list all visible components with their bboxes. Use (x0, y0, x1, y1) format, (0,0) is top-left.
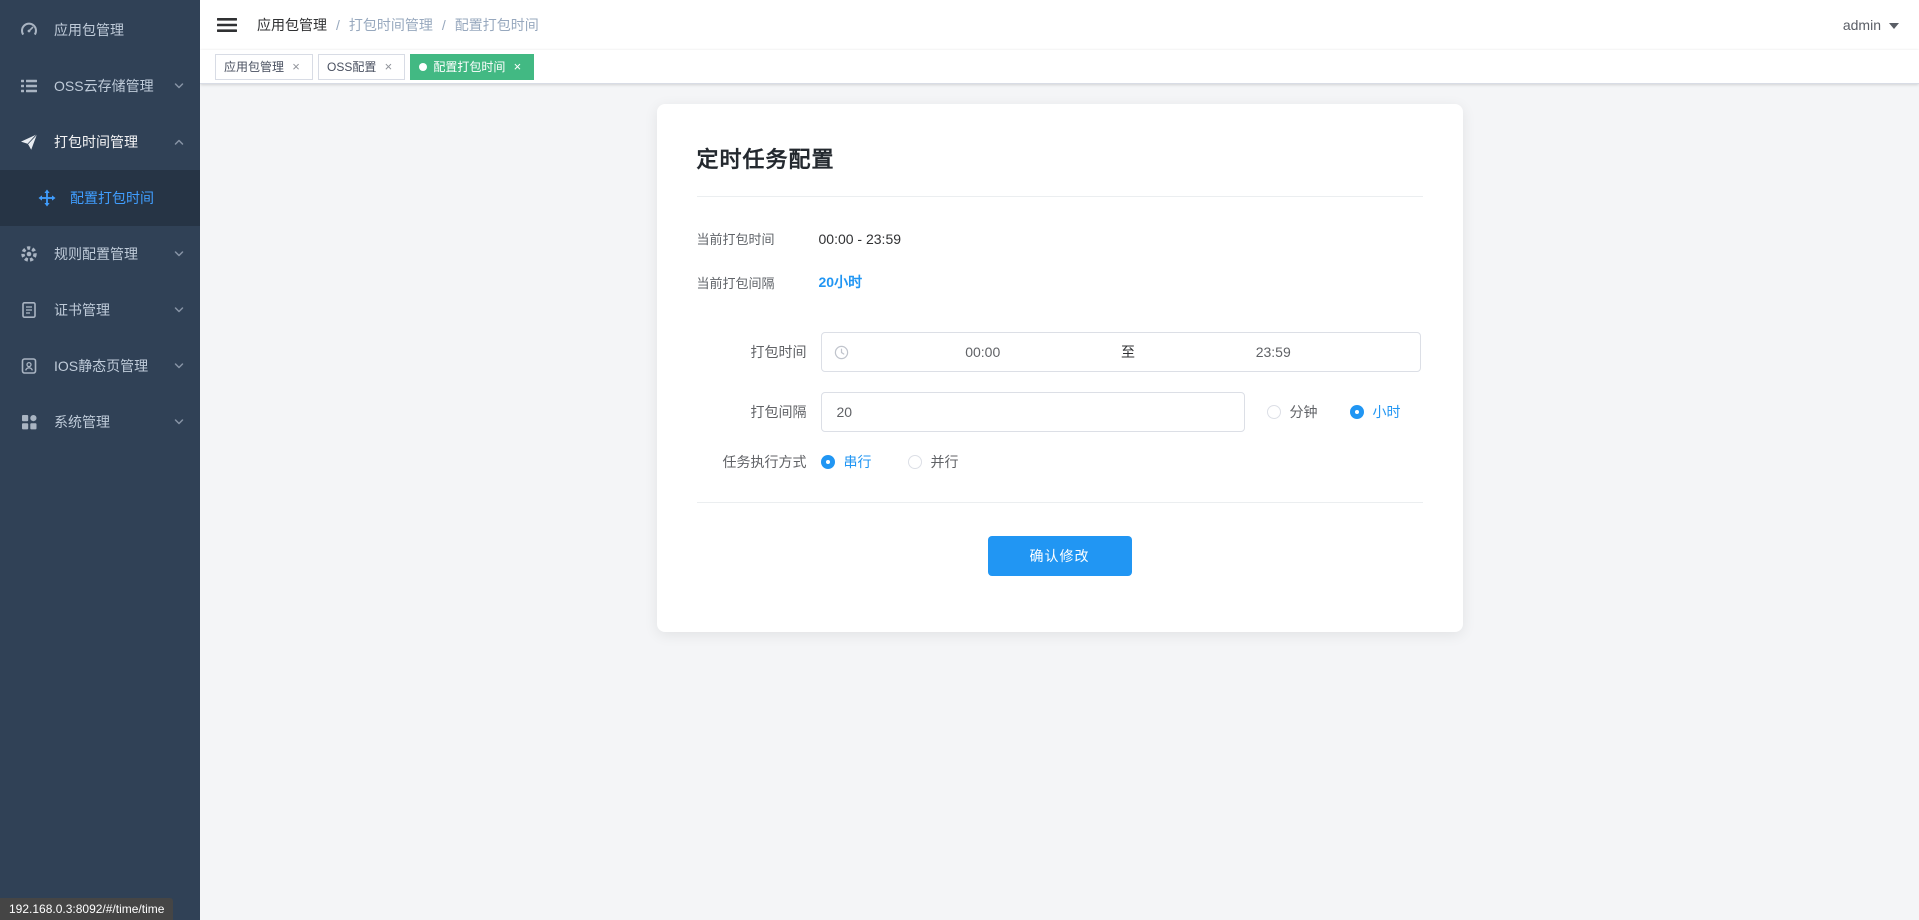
task-config-card: 定时任务配置 当前打包时间 00:00 - 23:59 当前打包间隔 20小时 … (656, 104, 1463, 632)
current-pack-interval-value[interactable]: 20小时 (819, 272, 863, 292)
breadcrumb-separator: / (441, 17, 446, 33)
tabs-bar: 应用包管理 × OSS配置 × 配置打包时间 × (200, 50, 1919, 84)
chevron-up-icon (172, 135, 186, 149)
active-dot-icon (419, 62, 428, 71)
mode-parallel-label: 并行 (930, 454, 959, 470)
status-url-bubble: 192.168.0.3:8092/#/time/time (0, 898, 174, 920)
chevron-down-icon (172, 415, 186, 429)
radio-icon (820, 455, 835, 469)
close-icon[interactable]: × (509, 59, 525, 75)
dashboard-icon (20, 21, 38, 39)
pack-interval-input[interactable] (820, 392, 1245, 432)
grid-icon (20, 413, 38, 431)
current-pack-time-label: 当前打包时间 (696, 232, 775, 247)
main-area: 应用包管理 / 打包时间管理 / 配置打包时间 admin 应用包管理 × OS… (200, 0, 1919, 920)
unit-hour-label: 小时 (1372, 404, 1401, 420)
radio-icon (907, 455, 922, 469)
breadcrumb-item[interactable]: 应用包管理 (257, 15, 327, 35)
certificate-icon (20, 301, 38, 319)
sidebar-subitem-label: 配置打包时间 (70, 190, 154, 206)
sidebar-item-rule-config[interactable]: 规则配置管理 (0, 226, 200, 282)
mode-serial-label: 串行 (843, 454, 872, 470)
breadcrumb-item: 打包时间管理 (348, 17, 433, 33)
current-pack-time-value: 00:00 - 23:59 (818, 230, 902, 247)
sidebar-item-pack-time[interactable]: 打包时间管理 (0, 114, 200, 170)
caret-down-icon (1889, 16, 1899, 34)
chevron-down-icon (172, 247, 186, 261)
sidebar-item-label: 应用包管理 (54, 22, 124, 38)
sidebar-item-label: 证书管理 (54, 302, 110, 318)
interval-unit-group: 分钟 小时 (1266, 402, 1401, 422)
gear-icon (20, 245, 38, 263)
exec-mode-label: 任务执行方式 (722, 454, 807, 470)
current-pack-time-row: 当前打包时间 00:00 - 23:59 (697, 229, 1423, 248)
sidebar-item-system[interactable]: 系统管理 (0, 394, 200, 450)
sidebar-item-certificate[interactable]: 证书管理 (0, 282, 200, 338)
time-range-separator: 至 (1121, 344, 1135, 360)
hamburger-icon[interactable] (215, 13, 239, 37)
tab-label: 应用包管理 (224, 60, 285, 74)
list-icon (20, 77, 38, 95)
chevron-down-icon (172, 79, 186, 93)
page-title: 定时任务配置 (696, 147, 835, 172)
sidebar-item-label: 系统管理 (54, 414, 110, 430)
chevron-down-icon (172, 359, 186, 373)
content-area: 定时任务配置 当前打包时间 00:00 - 23:59 当前打包间隔 20小时 … (200, 84, 1919, 920)
username-label: admin (1842, 17, 1881, 33)
mode-parallel-radio[interactable]: 并行 (907, 452, 959, 472)
tab-label: OSS配置 (327, 60, 377, 74)
tab-app-package[interactable]: 应用包管理 × (215, 53, 314, 80)
sidebar-item-label: IOS静态页管理 (54, 358, 149, 374)
exec-mode-row: 任务执行方式 串行 并行 (697, 452, 1423, 472)
tab-oss-config[interactable]: OSS配置 × (318, 53, 406, 80)
navbar: 应用包管理 / 打包时间管理 / 配置打包时间 admin (200, 0, 1919, 50)
sidebar-subitem-config-pack-time[interactable]: 配置打包时间 (0, 170, 200, 226)
pack-interval-row: 打包间隔 分钟 小时 (697, 392, 1423, 432)
mode-serial-radio[interactable]: 串行 (820, 452, 872, 472)
paper-plane-icon (20, 133, 38, 151)
time-range-picker[interactable]: 00:00 至 23:59 (820, 332, 1421, 372)
unit-minute-radio[interactable]: 分钟 (1266, 402, 1318, 422)
current-pack-interval-row: 当前打包间隔 20小时 (697, 272, 1423, 292)
address-book-icon (20, 357, 38, 375)
sidebar-item-oss-storage[interactable]: OSS云存储管理 (0, 58, 200, 114)
divider (696, 502, 1423, 503)
clock-icon (834, 345, 849, 360)
breadcrumb-item: 配置打包时间 (454, 17, 539, 33)
sidebar-item-label: OSS云存储管理 (54, 78, 154, 94)
radio-icon (1266, 405, 1281, 419)
pack-time-row: 打包时间 00:00 至 23:59 (697, 332, 1423, 372)
time-start-value: 00:00 (965, 344, 1001, 360)
current-pack-interval-label: 当前打包间隔 (696, 275, 775, 291)
user-dropdown[interactable]: admin (1843, 16, 1899, 34)
close-icon[interactable]: × (380, 59, 396, 75)
breadcrumb-separator: / (336, 17, 340, 33)
exec-mode-group: 串行 并行 (820, 452, 959, 472)
divider (696, 196, 1423, 197)
close-icon[interactable]: × (288, 59, 304, 75)
confirm-button[interactable]: 确认修改 (987, 536, 1132, 576)
sidebar-item-label: 规则配置管理 (54, 246, 138, 262)
sidebar-item-label: 打包时间管理 (54, 134, 138, 150)
sidebar-item-app-package[interactable]: 应用包管理 (0, 2, 200, 58)
unit-minute-label: 分钟 (1289, 404, 1318, 420)
tab-label: 配置打包时间 (433, 60, 506, 74)
breadcrumb: 应用包管理 / 打包时间管理 / 配置打包时间 (257, 15, 539, 35)
pack-time-label: 打包时间 (750, 344, 807, 360)
tab-config-pack-time[interactable]: 配置打包时间 × (410, 53, 535, 80)
move-icon (38, 189, 56, 207)
chevron-down-icon (172, 303, 186, 317)
task-config-form: 打包时间 00:00 至 23:59 打包间隔 20 分钟 小时 任务执行方式 … (696, 332, 1423, 576)
pack-interval-label: 打包间隔 (750, 404, 807, 420)
sidebar: 应用包管理 OSS云存储管理 打包时间管理 配置打包时间 规则配置管理 证书管理… (0, 0, 200, 920)
unit-hour-radio[interactable]: 小时 (1349, 402, 1401, 422)
radio-icon (1349, 405, 1364, 419)
time-end-value: 23:59 (1255, 344, 1291, 360)
sidebar-item-ios-static-page[interactable]: IOS静态页管理 (0, 338, 200, 394)
